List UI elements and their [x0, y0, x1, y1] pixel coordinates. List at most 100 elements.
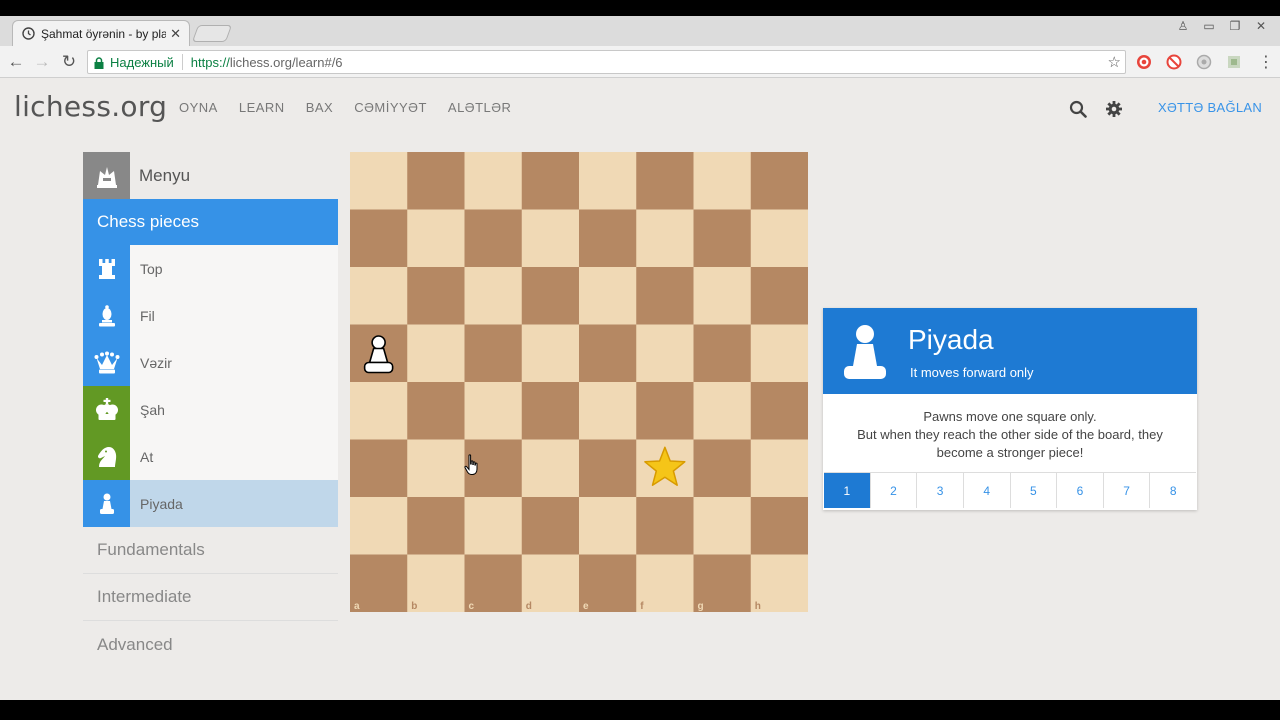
menu-header[interactable]: Menyu: [83, 152, 338, 199]
block-extension-icon[interactable]: [1164, 52, 1184, 72]
square-b5[interactable]: [407, 324, 465, 383]
square-d7[interactable]: [521, 209, 580, 268]
stage-rook[interactable]: Top: [83, 245, 338, 292]
square-h5[interactable]: [750, 324, 808, 383]
nav-tools[interactable]: ALƏTLƏR: [448, 100, 512, 115]
chess-board[interactable]: 87654321abcdefgh: [350, 152, 808, 612]
square-a4[interactable]: [350, 382, 408, 440]
square-f4[interactable]: [636, 382, 694, 440]
square-c2[interactable]: [464, 497, 523, 555]
square-h2[interactable]: [750, 497, 808, 555]
square-g6[interactable]: [693, 267, 752, 325]
site-logo[interactable]: lichess.org: [14, 90, 167, 123]
square-d8[interactable]: [521, 152, 580, 210]
category-intermediate[interactable]: Intermediate: [83, 574, 338, 621]
nav-learn[interactable]: LEARN: [239, 100, 285, 115]
square-a8[interactable]: [350, 152, 408, 210]
square-b3[interactable]: [407, 439, 465, 498]
square-b2[interactable]: [407, 497, 465, 555]
square-g2[interactable]: [693, 497, 752, 555]
address-bar[interactable]: Надежный https:// lichess.org/learn#/6 ☆: [87, 50, 1126, 74]
category-chess-pieces[interactable]: Chess pieces: [83, 199, 338, 245]
square-e6[interactable]: [579, 267, 637, 325]
square-d3[interactable]: [521, 439, 580, 498]
square-g4[interactable]: [693, 382, 752, 440]
square-c7[interactable]: [464, 209, 523, 268]
square-e3[interactable]: [579, 439, 637, 498]
board-svg[interactable]: 87654321a b c d e f g h: [350, 152, 808, 612]
square-d6[interactable]: [521, 267, 580, 325]
square-e5[interactable]: [579, 324, 637, 383]
square-c6[interactable]: [464, 267, 523, 325]
gear-icon[interactable]: [1105, 100, 1123, 118]
square-f5[interactable]: [636, 324, 694, 383]
square-a7[interactable]: [350, 209, 408, 268]
square-f8[interactable]: [636, 152, 694, 210]
square-h8[interactable]: [750, 152, 808, 210]
square-a3[interactable]: [350, 439, 408, 498]
new-tab-button[interactable]: [191, 25, 233, 42]
step-8[interactable]: 8: [1150, 473, 1196, 508]
stage-queen[interactable]: Vəzir: [83, 339, 338, 386]
square-h6[interactable]: [750, 267, 808, 325]
square-h3[interactable]: [750, 439, 808, 498]
square-b6[interactable]: [407, 267, 465, 325]
close-window-icon[interactable]: ✕: [1248, 16, 1274, 36]
square-d5[interactable]: [521, 324, 580, 383]
target-extension-icon[interactable]: [1134, 52, 1154, 72]
square-b7[interactable]: [407, 209, 465, 268]
reload-icon[interactable]: ↻: [59, 52, 79, 72]
user-profile-icon[interactable]: ♙: [1170, 16, 1196, 36]
square-b4[interactable]: [407, 382, 465, 440]
square-d4[interactable]: [521, 382, 580, 440]
square-a2[interactable]: [350, 497, 408, 555]
grey-extension-icon[interactable]: [1194, 52, 1214, 72]
square-f1[interactable]: [636, 554, 694, 613]
search-icon[interactable]: [1069, 100, 1087, 118]
square-f7[interactable]: [636, 209, 694, 268]
stage-king[interactable]: Şah: [83, 386, 338, 433]
forward-arrow-icon[interactable]: →: [32, 52, 52, 72]
step-5[interactable]: 5: [1011, 473, 1058, 508]
square-e2[interactable]: [579, 497, 637, 555]
square-f2[interactable]: [636, 497, 694, 555]
step-7[interactable]: 7: [1104, 473, 1151, 508]
square-b8[interactable]: [407, 152, 465, 210]
square-e8[interactable]: [579, 152, 637, 210]
nav-community[interactable]: CƏMİYYƏT: [354, 100, 427, 115]
step-1[interactable]: 1: [824, 473, 871, 508]
back-arrow-icon[interactable]: ←: [6, 52, 26, 72]
square-c8[interactable]: [464, 152, 523, 210]
category-advanced[interactable]: Advanced: [83, 621, 338, 668]
step-2[interactable]: 2: [871, 473, 918, 508]
browser-menu-icon[interactable]: ⋮: [1258, 52, 1274, 72]
square-g7[interactable]: [693, 209, 752, 268]
step-4[interactable]: 4: [964, 473, 1011, 508]
stage-knight[interactable]: At: [83, 433, 338, 480]
step-3[interactable]: 3: [917, 473, 964, 508]
stage-bishop[interactable]: Fil: [83, 292, 338, 339]
step-6[interactable]: 6: [1057, 473, 1104, 508]
browser-tab[interactable]: Şahmat öyrənin - by play ✕: [12, 20, 190, 46]
stage-pawn[interactable]: Piyada: [83, 480, 338, 527]
square-e7[interactable]: [579, 209, 637, 268]
category-fundamentals[interactable]: Fundamentals: [83, 527, 338, 574]
square-d2[interactable]: [521, 497, 580, 555]
square-h4[interactable]: [750, 382, 808, 440]
restore-icon[interactable]: ❐: [1222, 16, 1248, 36]
tab-close-icon[interactable]: ✕: [170, 26, 181, 42]
nav-watch[interactable]: BAX: [306, 100, 334, 115]
square-e4[interactable]: [579, 382, 637, 440]
square-c4[interactable]: [464, 382, 523, 440]
square-h7[interactable]: [750, 209, 808, 268]
nav-play[interactable]: OYNA: [179, 100, 218, 115]
square-g8[interactable]: [693, 152, 752, 210]
sign-in-link[interactable]: XƏTTƏ BAĞLAN: [1158, 100, 1262, 115]
square-g5[interactable]: [693, 324, 752, 383]
square-g3[interactable]: [693, 439, 752, 498]
square-f6[interactable]: [636, 267, 694, 325]
bookmark-star-icon[interactable]: ☆: [1108, 53, 1121, 71]
puzzle-extension-icon[interactable]: [1224, 52, 1244, 72]
minimize-icon[interactable]: ▭: [1196, 16, 1222, 36]
square-a6[interactable]: [350, 267, 408, 325]
